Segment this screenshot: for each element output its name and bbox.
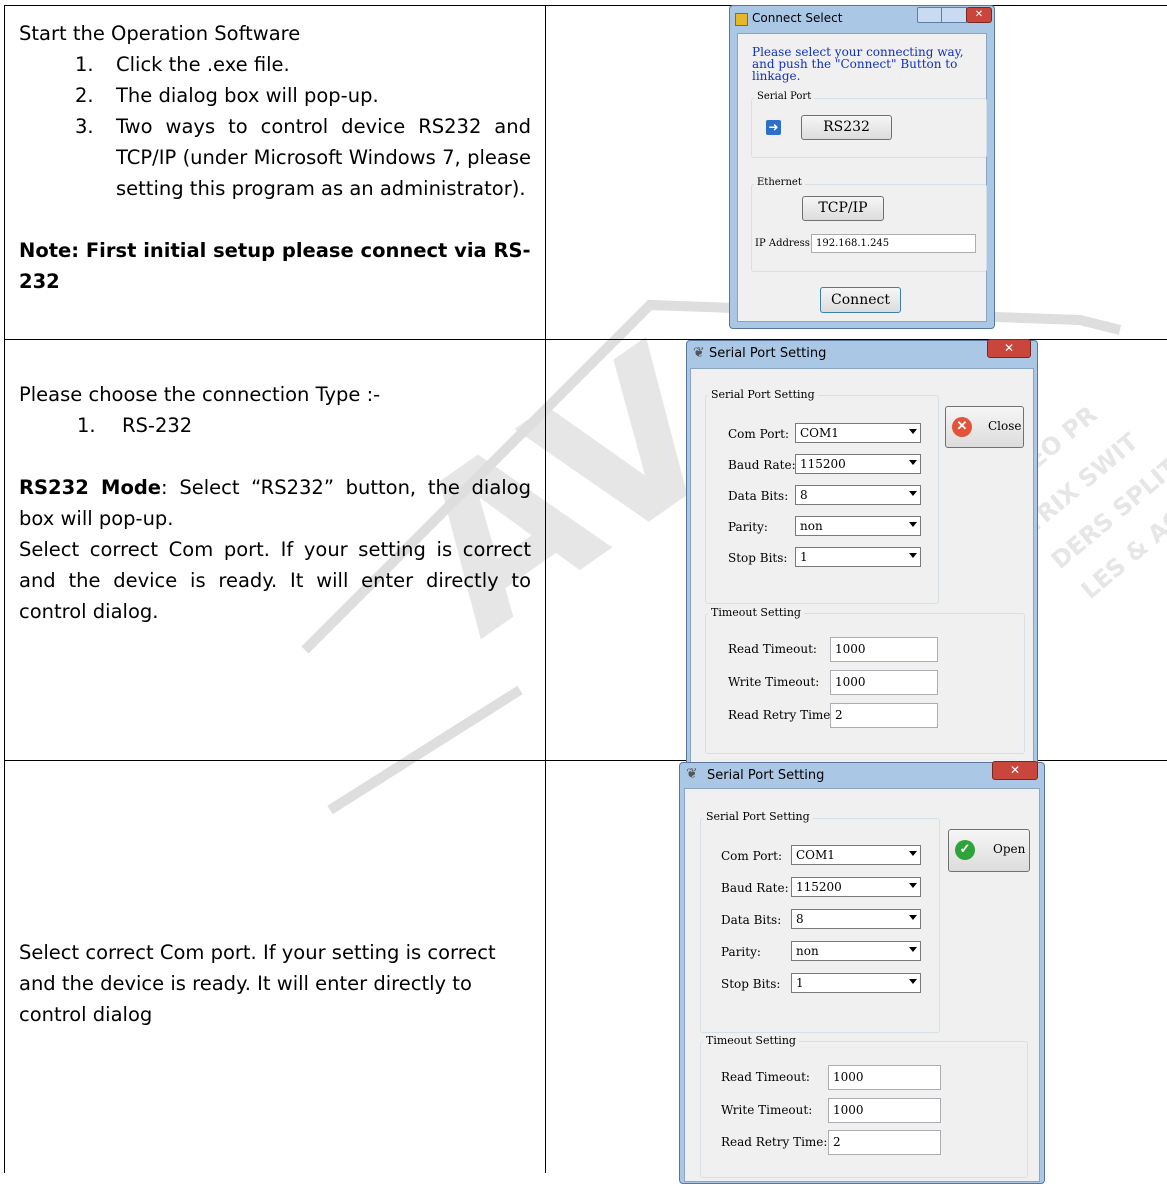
chevron-down-icon — [909, 883, 917, 888]
read-timeout-label: Read Timeout: — [721, 1070, 810, 1084]
baud-rate-select[interactable]: 115200 — [795, 454, 921, 474]
data-bits-label: Data Bits: — [728, 489, 789, 503]
serial-app-icon: ❦ — [686, 766, 698, 782]
row2-para: Select correct Com port. If your setting… — [19, 538, 531, 623]
svg-text:DERS SPLIT: DERS SPLIT — [1046, 453, 1167, 575]
serial-port-window-2: ❦ Serial Port Setting ✕ Serial Port Sett… — [679, 761, 1045, 1184]
read-timeout-label: Read Timeout: — [728, 642, 817, 656]
list-item: 1. RS-232 — [19, 410, 531, 441]
instruction-text: Please select your connecting way, and p… — [752, 45, 964, 83]
ip-address-label: IP Address: — [755, 238, 814, 249]
data-bits-select[interactable]: 8 — [795, 485, 921, 505]
row3-text: Select correct Com port. If your setting… — [19, 937, 509, 1030]
stop-bits-select[interactable]: 1 — [795, 547, 921, 567]
connect-button[interactable]: Connect — [820, 287, 901, 313]
ethernet-label: Ethernet — [754, 177, 805, 188]
stop-bits-select[interactable]: 1 — [791, 973, 921, 993]
row1-note: Note: First initial setup please connect… — [19, 239, 531, 293]
list-item: 1. Click the .exe file. — [19, 49, 531, 80]
read-timeout-input[interactable]: 1000 — [828, 1065, 941, 1090]
maximize-button[interactable] — [941, 7, 967, 23]
read-retry-label: Read Retry Time: — [728, 708, 835, 722]
chevron-down-icon — [909, 851, 917, 856]
ip-address-input[interactable]: 192.168.1.245 — [811, 234, 976, 253]
row3-para: Select correct Com port. If your setting… — [19, 941, 496, 1026]
close-circle-icon: ✕ — [952, 417, 972, 437]
close-window-button[interactable]: ✕ — [992, 761, 1038, 780]
chevron-down-icon — [909, 522, 917, 527]
write-timeout-label: Write Timeout: — [721, 1103, 813, 1117]
chevron-down-icon — [909, 979, 917, 984]
com-port-label: Com Port: — [728, 427, 790, 441]
dialog-body: Please select your connecting way, and p… — [737, 33, 987, 322]
chevron-down-icon — [909, 915, 917, 920]
chevron-down-icon — [909, 553, 917, 558]
timeout-settings-label: Timeout Setting — [703, 1034, 799, 1047]
data-bits-select[interactable]: 8 — [791, 909, 921, 929]
chevron-down-icon — [909, 460, 917, 465]
arrow-right-icon: ➜ — [766, 120, 781, 135]
title-bar: ❦ Serial Port Setting ✕ — [687, 339, 1037, 367]
row1-steps: 1. Click the .exe file. 2. The dialog bo… — [19, 49, 531, 204]
stop-bits-label: Stop Bits: — [721, 977, 781, 991]
minimize-button[interactable] — [917, 7, 943, 23]
serial-app-icon: ❦ — [693, 345, 705, 361]
write-timeout-input[interactable]: 1000 — [828, 1098, 941, 1123]
list-number: 1. — [75, 53, 94, 76]
list-number: 1. — [77, 414, 96, 437]
parity-select[interactable]: non — [791, 941, 921, 961]
row2-text: Please choose the connection Type :- 1. … — [19, 379, 531, 627]
row1-text: Start the Operation Software 1. Click th… — [19, 18, 531, 297]
stop-bits-label: Stop Bits: — [728, 551, 788, 565]
parity-label: Parity: — [721, 945, 761, 959]
chevron-down-icon — [909, 491, 917, 496]
timeout-settings-label: Timeout Setting — [708, 606, 804, 619]
write-timeout-label: Write Timeout: — [728, 675, 820, 689]
read-retry-input[interactable]: 2 — [830, 703, 938, 728]
rs232-button[interactable]: RS232 — [801, 115, 892, 140]
serial-port-window-1: ❦ Serial Port Setting ✕ Serial Port Sett… — [686, 339, 1038, 772]
open-button[interactable]: ✓ Open — [948, 829, 1030, 872]
window-title: Serial Port Setting — [707, 768, 825, 783]
window-title: Serial Port Setting — [709, 346, 827, 361]
app-icon — [735, 13, 748, 26]
title-bar: ❦ Serial Port Setting ✕ — [680, 761, 1044, 789]
baud-rate-label: Baud Rate: — [728, 458, 796, 472]
com-port-select[interactable]: COM1 — [791, 845, 921, 865]
chevron-down-icon — [909, 947, 917, 952]
dialog-body: Serial Port Setting Com Port: COM1 Baud … — [690, 368, 1034, 770]
close-window-button[interactable]: ✕ — [987, 339, 1031, 358]
com-port-select[interactable]: COM1 — [795, 423, 921, 443]
read-timeout-input[interactable]: 1000 — [830, 637, 938, 662]
connect-select-window: Connect Select ✕ Please select your conn… — [729, 5, 995, 329]
list-number: 3. — [75, 115, 94, 138]
close-button[interactable]: ✕ Close — [945, 406, 1024, 448]
chevron-down-icon — [909, 429, 917, 434]
read-retry-input[interactable]: 2 — [828, 1130, 941, 1155]
serial-port-label: Serial Port — [754, 91, 815, 102]
serial-settings-label: Serial Port Setting — [708, 388, 818, 401]
list-item: 2. The dialog box will pop-up. — [19, 80, 531, 111]
tcpip-button[interactable]: TCP/IP — [802, 196, 884, 221]
window-title: Connect Select — [752, 11, 843, 25]
read-retry-label: Read Retry Time: — [721, 1135, 828, 1149]
baud-rate-select[interactable]: 115200 — [791, 877, 921, 897]
row1-heading: Start the Operation Software — [19, 22, 301, 45]
close-button[interactable]: ✕ — [966, 7, 992, 23]
dialog-body: Serial Port Setting Com Port: COM1 Baud … — [684, 788, 1040, 1182]
title-bar: Connect Select ✕ — [730, 6, 994, 32]
row2-intro: Please choose the connection Type :- — [19, 383, 381, 406]
row2-mode: RS232 Mode: Select “RS232” button, the d… — [19, 476, 531, 530]
baud-rate-label: Baud Rate: — [721, 881, 789, 895]
check-circle-icon: ✓ — [955, 840, 975, 860]
svg-text:LES & ACCE: LES & ACCE — [1076, 482, 1167, 604]
com-port-label: Com Port: — [721, 849, 783, 863]
list-item: 3. Two ways to control device RS232 and … — [19, 111, 531, 204]
write-timeout-input[interactable]: 1000 — [830, 670, 938, 695]
parity-select[interactable]: non — [795, 516, 921, 536]
serial-settings-label: Serial Port Setting — [703, 810, 813, 823]
list-number: 2. — [75, 84, 94, 107]
parity-label: Parity: — [728, 520, 768, 534]
data-bits-label: Data Bits: — [721, 913, 782, 927]
